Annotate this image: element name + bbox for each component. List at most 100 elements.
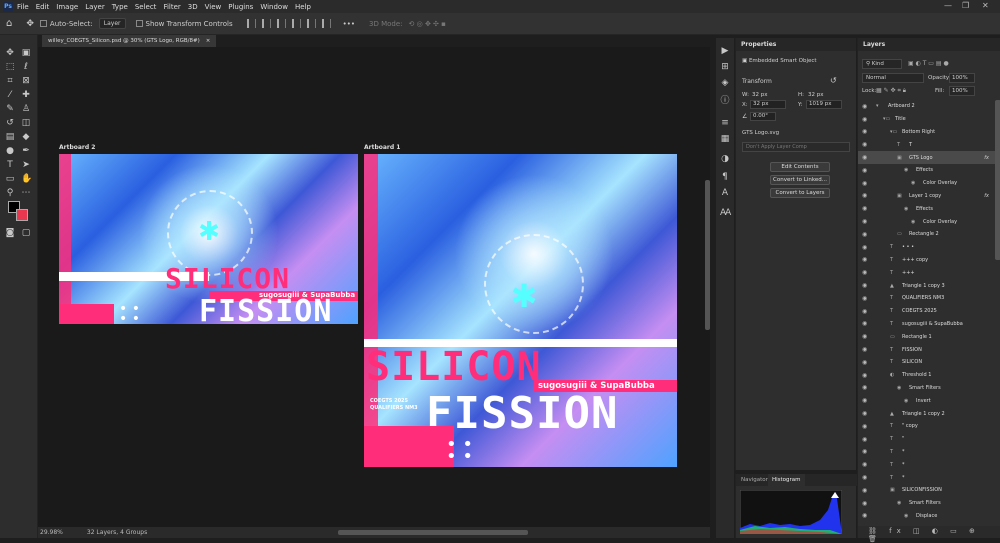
layer-row[interactable]: ◉ ▣ SILICONFISSION: [858, 484, 995, 497]
layer-comp-dropdown[interactable]: Don't Apply Layer Comp: [742, 142, 850, 152]
auto-select-checkbox[interactable]: [39, 20, 47, 27]
auto-select-dropdown[interactable]: Layer: [98, 18, 126, 29]
layer-row[interactable]: ◉ ▲ Triangle 1 copy 2: [858, 407, 995, 420]
align-right-icon[interactable]: [276, 19, 286, 28]
menu-type[interactable]: Type: [112, 3, 128, 11]
visibility-eye-icon[interactable]: ◉: [862, 192, 867, 199]
layer-row[interactable]: ◉ ▾▭ Title: [858, 113, 995, 126]
layer-row[interactable]: ◉ T " copy: [858, 420, 995, 433]
visibility-eye-icon[interactable]: ◉: [862, 333, 867, 340]
eraser-tool-icon[interactable]: ◫: [21, 118, 31, 128]
visibility-eye-icon[interactable]: ◉: [862, 180, 867, 187]
info-icon[interactable]: ⓘ: [720, 96, 730, 106]
edit-contents-button[interactable]: Edit Contents: [770, 162, 830, 172]
visibility-eye-icon[interactable]: ◉: [862, 205, 867, 212]
align-center-icon[interactable]: [261, 19, 271, 28]
visibility-eye-icon[interactable]: ◉: [862, 256, 867, 263]
quick-mask-icon[interactable]: ◙: [5, 228, 15, 238]
layer-row[interactable]: ◉ ◉ Effects: [858, 164, 995, 177]
glyphs-icon[interactable]: Ꜳ: [720, 208, 731, 218]
actions-icon[interactable]: ⊞: [720, 62, 730, 72]
visibility-eye-icon[interactable]: ◉: [862, 423, 867, 430]
layer-row[interactable]: ◉ T +++ copy: [858, 254, 995, 267]
visibility-eye-icon[interactable]: ◉: [862, 512, 867, 519]
blend-mode-dropdown[interactable]: Normal: [862, 73, 924, 83]
visibility-eye-icon[interactable]: ◉: [862, 116, 867, 123]
layer-row[interactable]: ◉◉Displace: [858, 510, 995, 523]
tab-histogram[interactable]: Histogram: [768, 474, 805, 486]
stamp-tool-icon[interactable]: ♙: [21, 104, 31, 114]
lock-icons[interactable]: ▦ ✎ ✥ ⌗ 🔒︎: [876, 87, 906, 95]
menu-layer[interactable]: Layer: [85, 3, 105, 11]
crop-tool-icon[interactable]: ⌗: [5, 76, 15, 86]
layer-row[interactable]: ◉ ▾ Artboard 2: [858, 100, 995, 113]
visibility-eye-icon[interactable]: ◉: [862, 384, 867, 391]
visibility-eye-icon[interactable]: ◉: [862, 231, 867, 238]
layer-row[interactable]: ◉ T *: [858, 446, 995, 459]
visibility-eye-icon[interactable]: ◉: [862, 410, 867, 417]
artboard-1-label[interactable]: Artboard 1: [364, 144, 400, 151]
convert-to-layers-button[interactable]: Convert to Layers: [770, 188, 830, 198]
layer-row[interactable]: ◉ ◉ Color Overlay: [858, 215, 995, 228]
visibility-eye-icon[interactable]: ◉: [862, 154, 867, 161]
blur-tool-icon[interactable]: ◆: [21, 132, 31, 142]
move-tool-icon[interactable]: ✥: [5, 48, 15, 58]
auto-select-option[interactable]: Auto-Select:: [39, 20, 93, 28]
layer-row[interactable]: ◉ ▾▭ Bottom Right: [858, 126, 995, 139]
visibility-eye-icon[interactable]: ◉: [862, 487, 867, 494]
properties-title[interactable]: Properties: [736, 38, 856, 51]
align-bottom-icon[interactable]: [321, 19, 331, 28]
visibility-eye-icon[interactable]: ◉: [862, 320, 867, 327]
frame-tool-icon[interactable]: ⊠: [21, 76, 31, 86]
visibility-eye-icon[interactable]: ◉: [862, 500, 867, 507]
restore-button[interactable]: ❐: [962, 1, 969, 10]
canvas-area[interactable]: Artboard 2 Artboard 1 ✱ SILICON sugosugi…: [38, 47, 710, 527]
pen-tool-icon[interactable]: ✒: [21, 146, 31, 156]
horizontal-scrollbar[interactable]: [338, 530, 528, 535]
layer-row[interactable]: ◉ T SILICON: [858, 356, 995, 369]
align-left-icon[interactable]: [246, 19, 256, 28]
swatches-icon[interactable]: ▦: [720, 134, 730, 144]
gradient-tool-icon[interactable]: ▤: [5, 132, 15, 142]
zoom-tool-icon[interactable]: ⚲: [5, 188, 15, 198]
layer-row[interactable]: ◉◉Displace: [858, 522, 995, 525]
artboard-1[interactable]: ✱ SILICON sugosugiii & SupaBubba COEGTS …: [364, 154, 677, 467]
clone-source-icon[interactable]: ◈: [720, 78, 730, 88]
align-top-icon[interactable]: [291, 19, 301, 28]
align-middle-icon[interactable]: [306, 19, 316, 28]
layer-row[interactable]: ◉ T T: [858, 138, 995, 151]
layers-title[interactable]: Layers: [858, 38, 1000, 51]
close-tab-icon[interactable]: ×: [206, 38, 211, 44]
x-field[interactable]: 32 px: [750, 100, 786, 109]
layer-row[interactable]: ◉ Tsugosugiii & SupaBubba: [858, 318, 995, 331]
visibility-eye-icon[interactable]: ◉: [862, 359, 867, 366]
layer-row[interactable]: ◉ ▲ Triangle 1 copy 3: [858, 279, 995, 292]
menu-help[interactable]: Help: [295, 3, 311, 11]
w-value[interactable]: 32 px: [752, 92, 768, 98]
marquee-tool-icon[interactable]: ⬚: [5, 62, 15, 72]
layer-row[interactable]: ◉ ◉ Smart Filters: [858, 497, 995, 510]
document-tab[interactable]: willey_COEGTS_Silicon.psd @ 30% (GTS Log…: [42, 35, 217, 47]
fill-field[interactable]: 100%: [949, 86, 975, 96]
color-wheel-icon[interactable]: ◑: [720, 154, 730, 164]
home-icon[interactable]: ⌂: [6, 18, 12, 29]
layer-row[interactable]: ◉ ▣ Layer 1 copy fx: [858, 190, 995, 203]
menu-window[interactable]: Window: [260, 3, 288, 11]
play-icon[interactable]: ▶: [720, 46, 730, 56]
menu-view[interactable]: View: [205, 3, 222, 11]
artboard-2[interactable]: ✱ SILICON sugosugiii & SupaBubba FISSION…: [59, 154, 358, 324]
healing-tool-icon[interactable]: ✚: [21, 90, 31, 100]
visibility-eye-icon[interactable]: ◉: [862, 372, 867, 379]
shape-tool-icon[interactable]: ▭: [5, 174, 15, 184]
layer-row[interactable]: ◉ T *: [858, 471, 995, 484]
layer-row[interactable]: ◉ T • • •: [858, 241, 995, 254]
visibility-eye-icon[interactable]: ◉: [862, 141, 867, 148]
layers-scrollbar[interactable]: [995, 100, 1000, 260]
more-options-button[interactable]: •••: [343, 20, 355, 28]
minimize-button[interactable]: —: [944, 1, 952, 10]
lasso-tool-icon[interactable]: ℓ: [21, 62, 31, 72]
reset-transform-icon[interactable]: ↺: [830, 76, 837, 85]
screen-mode-icon[interactable]: ▢: [21, 228, 31, 238]
visibility-eye-icon[interactable]: ◉: [862, 308, 867, 315]
opacity-field[interactable]: 100%: [949, 73, 975, 83]
